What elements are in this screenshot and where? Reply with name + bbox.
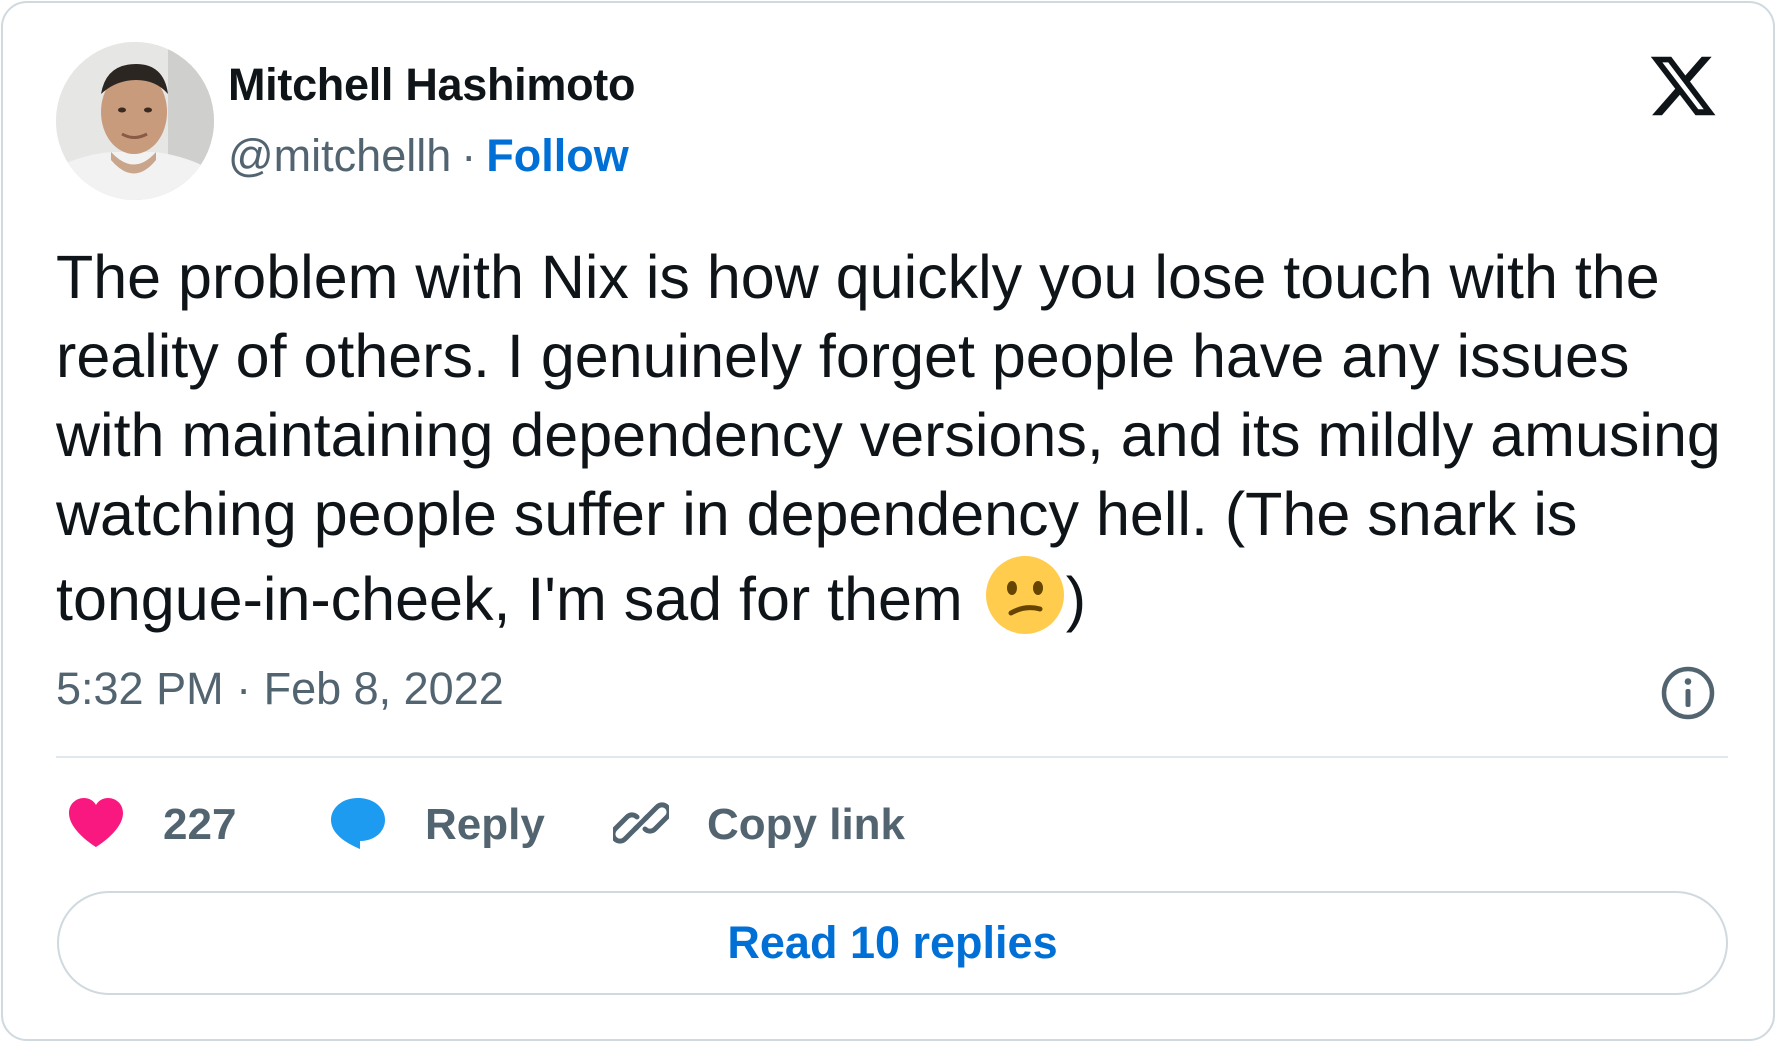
follow-button[interactable]: Follow: [486, 130, 628, 181]
reply-button[interactable]: Reply: [329, 793, 545, 857]
read-replies-button[interactable]: Read 10 replies: [57, 891, 1728, 995]
read-replies-label: Read 10 replies: [727, 917, 1058, 968]
handle-separator: ·: [461, 130, 477, 181]
author-handle[interactable]: @mitchellh: [228, 130, 451, 181]
info-icon[interactable]: [1659, 664, 1717, 722]
heart-icon: [67, 797, 125, 854]
link-icon: [610, 795, 672, 856]
like-button[interactable]: 227: [67, 793, 236, 857]
tweet-text: The problem with Nix is how quickly you …: [56, 238, 1736, 639]
like-count: 227: [163, 800, 237, 849]
copy-link-label: Copy link: [707, 800, 906, 849]
author-handle-row: @mitchellh · Follow: [228, 130, 629, 182]
reply-bubble-icon: [329, 796, 387, 855]
tweet-body-end: ): [1065, 565, 1087, 633]
x-logo-icon[interactable]: [1647, 50, 1719, 122]
author-name[interactable]: Mitchell Hashimoto: [228, 59, 635, 111]
tweet-body: The problem with Nix is how quickly you …: [56, 243, 1738, 633]
avatar[interactable]: [56, 42, 214, 200]
copy-link-button[interactable]: Copy link: [610, 793, 906, 857]
confused-face-emoji: [984, 554, 1066, 636]
tweet-card: Mitchell Hashimoto @mitchellh · Follow The…: [1, 1, 1775, 1041]
divider: [56, 756, 1728, 758]
tweet-timestamp[interactable]: 5:32 PM · Feb 8, 2022: [56, 663, 504, 715]
reply-label: Reply: [425, 800, 545, 849]
